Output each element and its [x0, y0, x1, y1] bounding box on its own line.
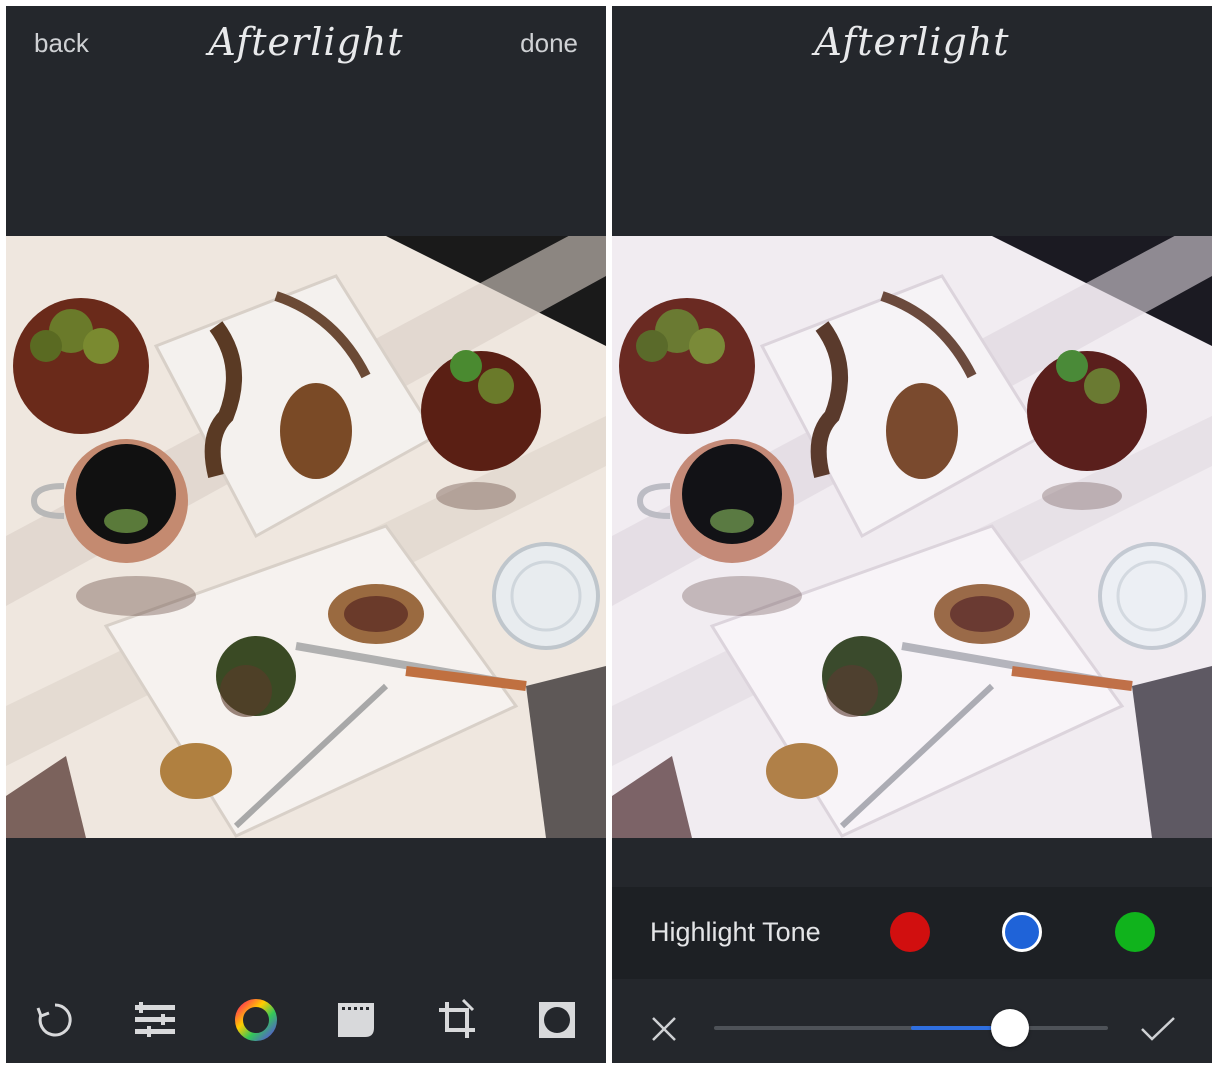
crop-icon[interactable] — [428, 991, 486, 1049]
back-button[interactable]: back — [34, 28, 89, 59]
tone-swatch-blue[interactable] — [1002, 912, 1042, 952]
app-logo: Afterlight — [814, 20, 1010, 64]
food-photo-image — [6, 236, 606, 838]
intensity-slider-row — [612, 979, 1212, 1063]
photo-preview — [6, 236, 606, 838]
rotate-reset-icon[interactable] — [26, 991, 84, 1049]
slider-thumb[interactable] — [990, 1009, 1029, 1047]
highlight-tone-panel: Highlight Tone — [612, 887, 1212, 979]
food-photo-image — [612, 236, 1212, 838]
color-filter-ring-icon[interactable] — [227, 991, 285, 1049]
tone-swatch-red[interactable] — [890, 912, 930, 952]
frame-border-icon[interactable] — [528, 991, 586, 1049]
editor-screen-main: back Afterlight done — [6, 6, 606, 1063]
app-logo: Afterlight — [208, 20, 404, 64]
checkmark-icon[interactable] — [1138, 1009, 1178, 1049]
close-icon[interactable] — [644, 1009, 684, 1049]
tone-swatch-green[interactable] — [1115, 912, 1155, 952]
film-frame-icon[interactable] — [327, 991, 385, 1049]
editor-screen-tone: Afterlight Highlight Tone — [612, 6, 1212, 1063]
highlight-tone-label: Highlight Tone — [650, 917, 821, 947]
adjust-sliders-icon[interactable] — [126, 991, 184, 1049]
photo-preview — [612, 236, 1212, 838]
done-button[interactable]: done — [520, 28, 578, 59]
tool-bar — [6, 991, 606, 1057]
